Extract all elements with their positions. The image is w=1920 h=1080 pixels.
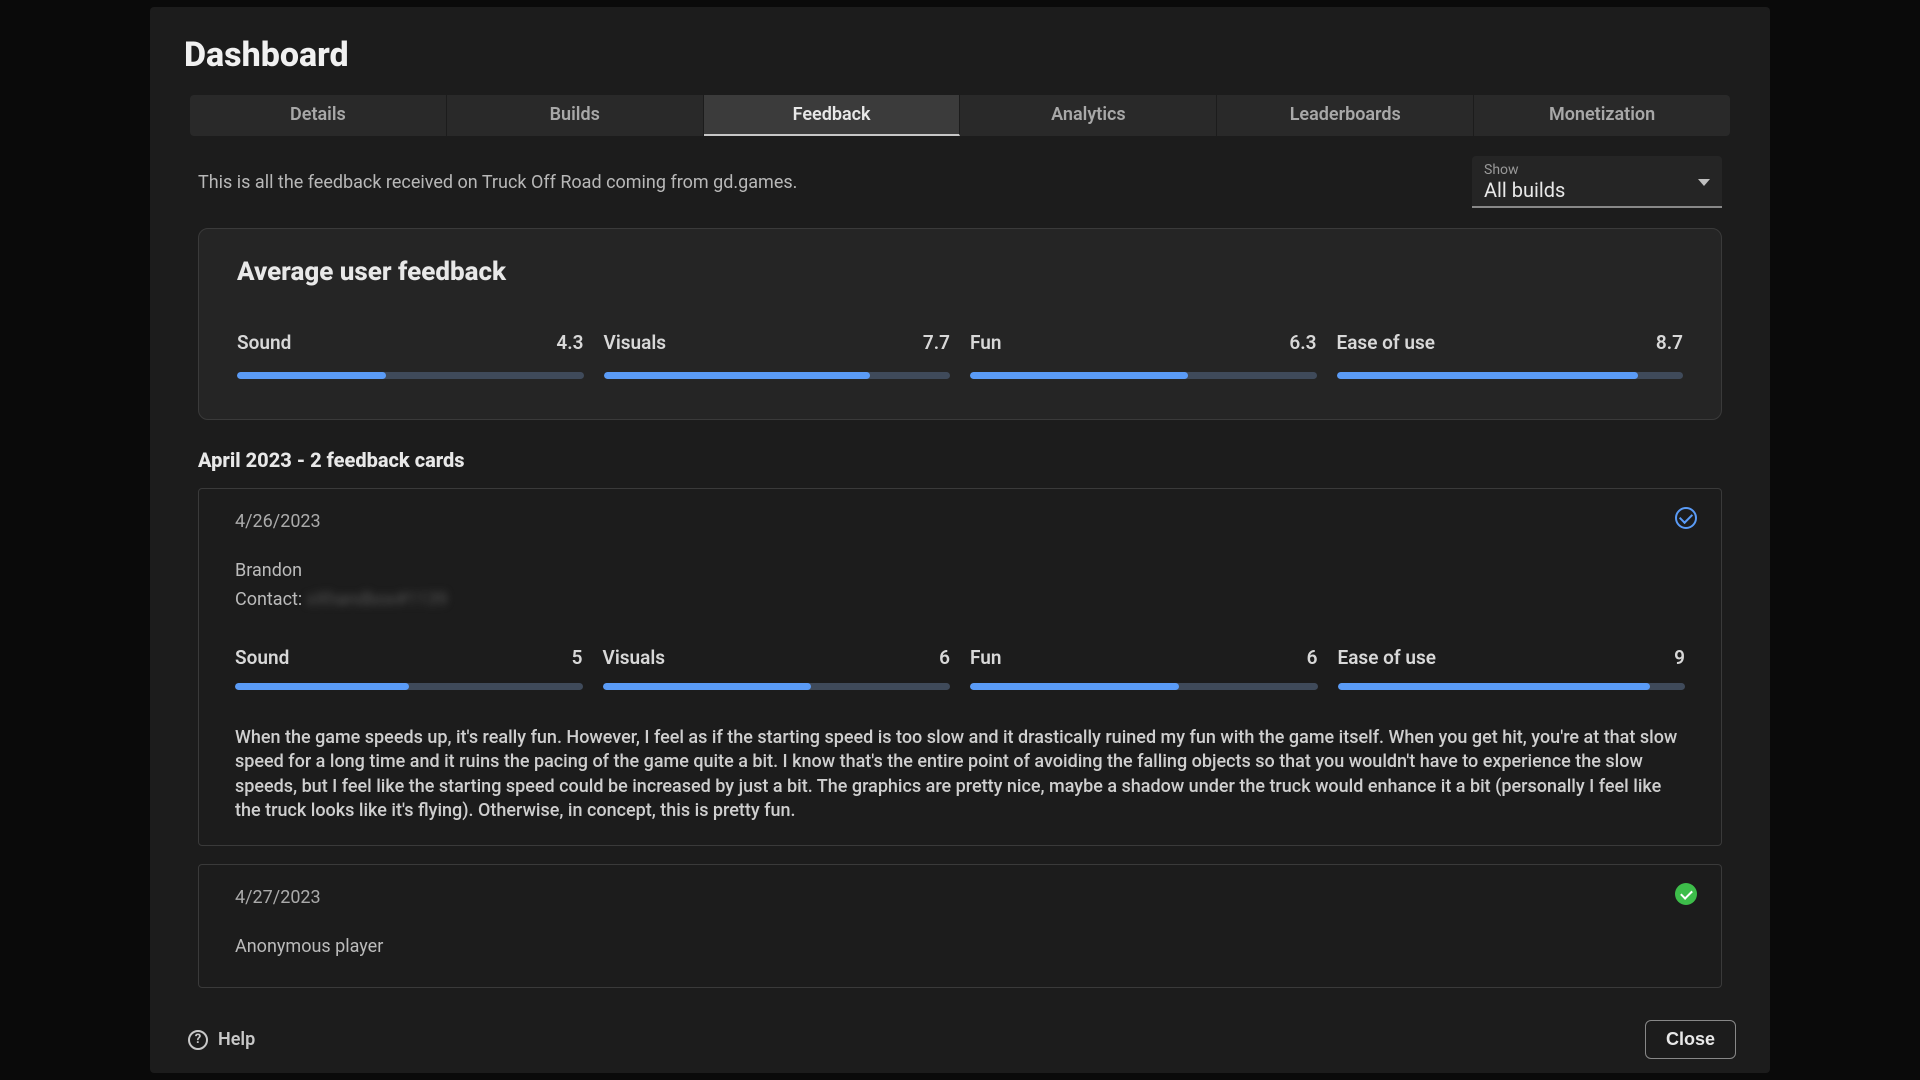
card-author: Brandon: [235, 560, 1685, 581]
metric-value: 8.7: [1656, 331, 1683, 354]
help-button[interactable]: ? Help: [188, 1029, 255, 1050]
card-contact: Contact: xXhandbox#1139: [235, 589, 1685, 610]
help-icon: ?: [188, 1030, 208, 1050]
metric: Visuals 7.7: [604, 331, 951, 379]
metric-label: Ease of use: [1338, 646, 1436, 669]
card-comment: When the game speeds up, it's really fun…: [235, 726, 1685, 823]
metric-bar: [604, 372, 951, 379]
close-button[interactable]: Close: [1645, 1020, 1736, 1059]
metric-label: Visuals: [604, 331, 667, 354]
metric: Fun 6: [970, 646, 1318, 690]
card-date: 4/27/2023: [235, 887, 1685, 908]
metric-value: 6: [1307, 646, 1318, 669]
feedback-cards-list: 4/26/2023 Brandon Contact: xXhandbox#1139 S…: [198, 488, 1722, 988]
tab-feedback[interactable]: Feedback: [704, 95, 961, 136]
tab-monetization[interactable]: Monetization: [1474, 95, 1730, 136]
metric-value: 9: [1674, 646, 1685, 669]
average-metrics: Sound 4.3 Visuals 7.7 Fun 6.3 Ease of use 8.7: [237, 331, 1683, 379]
tab-analytics[interactable]: Analytics: [960, 95, 1217, 136]
status-open-icon[interactable]: [1675, 507, 1697, 529]
average-feedback-panel: Average user feedback Sound 4.3 Visuals 7.7…: [198, 228, 1722, 420]
metric-label: Sound: [237, 331, 291, 354]
metric: Ease of use 8.7: [1337, 331, 1684, 379]
content-scroll[interactable]: This is all the feedback received on Tru…: [150, 156, 1762, 1010]
metric-value: 6: [939, 646, 950, 669]
help-label: Help: [218, 1029, 255, 1050]
feedback-card: 4/27/2023 Anonymous player: [198, 864, 1722, 988]
metric-label: Sound: [235, 646, 289, 669]
metric: Visuals 6: [603, 646, 951, 690]
metric-bar: [1338, 683, 1686, 690]
metric-bar: [1337, 372, 1684, 379]
dashboard-window: Dashboard DetailsBuildsFeedbackAnalytics…: [150, 7, 1770, 1073]
metric: Ease of use 9: [1338, 646, 1686, 690]
metric-label: Fun: [970, 646, 1001, 669]
metric-label: Fun: [970, 331, 1001, 354]
metric: Fun 6.3: [970, 331, 1317, 379]
metric-value: 5: [572, 646, 583, 669]
filter-label: Show: [1484, 162, 1565, 178]
metric-bar: [603, 683, 951, 690]
metric-bar: [235, 683, 583, 690]
footer: ? Help Close: [150, 1010, 1770, 1073]
metric-value: 4.3: [556, 331, 583, 354]
header: Dashboard: [150, 7, 1770, 95]
builds-filter-select[interactable]: Show All builds: [1472, 156, 1722, 208]
feedback-card: 4/26/2023 Brandon Contact: xXhandbox#1139 S…: [198, 488, 1722, 846]
metric-bar: [237, 372, 584, 379]
page-title: Dashboard: [184, 35, 1736, 75]
metric: Sound 4.3: [237, 331, 584, 379]
metric-label: Ease of use: [1337, 331, 1435, 354]
filter-row: This is all the feedback received on Tru…: [198, 156, 1722, 208]
metric-bar: [970, 372, 1317, 379]
section-header: April 2023 - 2 feedback cards: [198, 448, 1722, 472]
panel-title: Average user feedback: [237, 257, 1683, 287]
metric-value: 6.3: [1289, 331, 1316, 354]
intro-text: This is all the feedback received on Tru…: [198, 172, 797, 193]
metric-value: 7.7: [923, 331, 950, 354]
tab-leaderboards[interactable]: Leaderboards: [1217, 95, 1474, 136]
metric-bar: [970, 683, 1318, 690]
filter-value: All builds: [1484, 178, 1565, 202]
card-metrics: Sound 5 Visuals 6 Fun 6 Ease of use 9: [235, 646, 1685, 690]
card-author: Anonymous player: [235, 936, 1685, 957]
tab-bar: DetailsBuildsFeedbackAnalyticsLeaderboar…: [190, 95, 1730, 136]
chevron-down-icon: [1698, 179, 1710, 186]
card-date: 4/26/2023: [235, 511, 1685, 532]
tab-details[interactable]: Details: [190, 95, 447, 136]
status-done-icon[interactable]: [1675, 883, 1697, 905]
metric-label: Visuals: [603, 646, 666, 669]
tab-builds[interactable]: Builds: [447, 95, 704, 136]
metric: Sound 5: [235, 646, 583, 690]
